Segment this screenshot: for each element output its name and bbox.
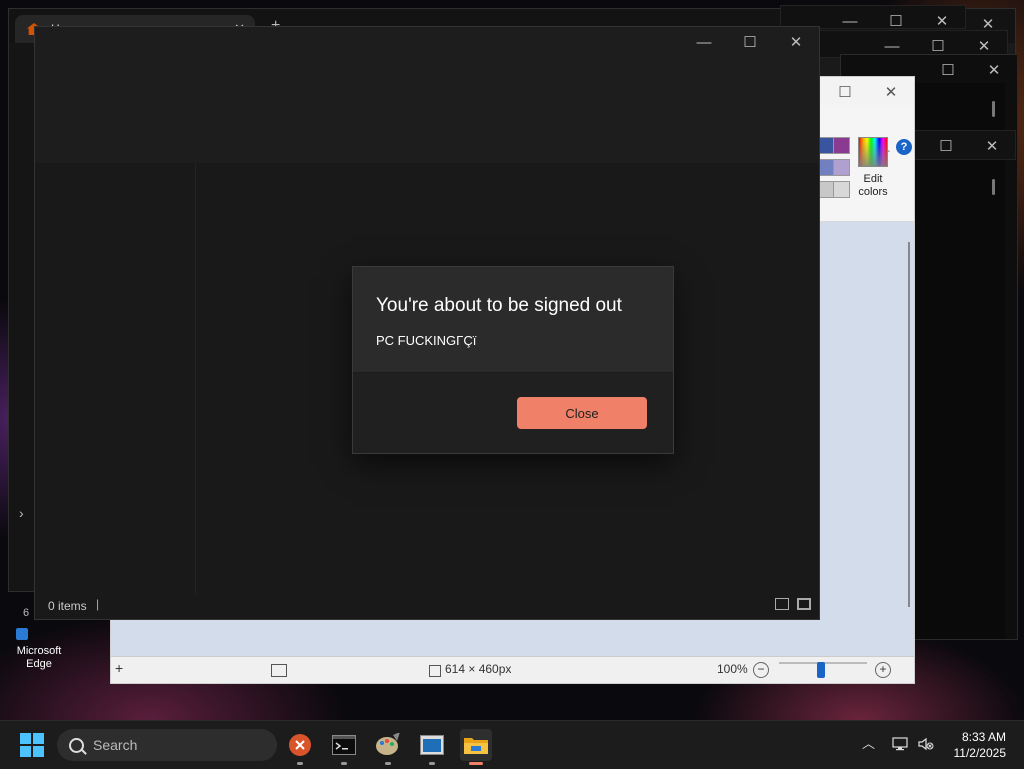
canvas-size-readout: 614 × 460px <box>445 662 512 676</box>
selection-size-icon <box>271 664 287 677</box>
maximize-icon[interactable]: ☐ <box>925 55 971 85</box>
close-icon[interactable]: ✕ <box>868 77 914 107</box>
color-swatch[interactable] <box>833 159 850 176</box>
taskbar-app-close-app[interactable] <box>284 729 316 765</box>
show-hidden-icons-button[interactable]: ︿ <box>862 733 875 752</box>
desktop-shortcut-edge[interactable]: Microsoft Edge <box>8 628 70 671</box>
color-swatch[interactable] <box>833 181 850 198</box>
item-count: 0 items <box>48 599 87 613</box>
start-button[interactable] <box>20 733 44 757</box>
dialog-message: PC FUCKINGΓÇï <box>376 333 477 348</box>
shortcut-label: Edge <box>26 658 52 670</box>
taskbar-search[interactable]: Search <box>57 729 277 761</box>
paint-vertical-scrollbar[interactable] <box>908 242 910 607</box>
tiles-view-icon[interactable] <box>797 598 811 610</box>
close-icon[interactable]: ✕ <box>773 27 819 57</box>
file-explorer-icon <box>464 738 488 754</box>
details-view-icon[interactable] <box>775 598 789 610</box>
dialog-title: You're about to be signed out <box>376 295 622 316</box>
cursor-position-icon: + <box>115 660 124 676</box>
clock-time: 8:33 AM <box>961 730 1006 744</box>
explorer-status-bar: 0 items | <box>35 593 819 619</box>
chevron-right-icon[interactable]: › <box>19 505 24 521</box>
edit-colors-button[interactable]: Edit colors <box>851 137 895 199</box>
shortcut-arrow-icon <box>16 628 28 640</box>
explorer-header: — ☐ ✕ <box>35 27 819 163</box>
scrollbar-thumb[interactable] <box>992 101 995 117</box>
scrollbar-thumb[interactable] <box>992 179 995 195</box>
paint-icon <box>376 733 400 755</box>
terminal-4-controls: ☐ ✕ <box>923 131 1015 161</box>
explorer-window-controls: — ☐ ✕ <box>681 27 819 57</box>
edit-colors-label: colors <box>858 186 888 198</box>
terminal-3-controls: ☐ ✕ <box>925 55 1017 85</box>
terminal-content[interactable] <box>907 83 1005 639</box>
zoom-out-button[interactable]: − <box>753 662 769 678</box>
system-clock[interactable]: 8:33 AM 11/2/2025 <box>944 729 1007 761</box>
edge-sidebar: › 6 <box>9 43 35 619</box>
zoom-level-readout: 100% <box>717 662 748 676</box>
close-icon[interactable]: ✕ <box>969 131 1015 161</box>
taskbar-app-paint[interactable] <box>372 729 404 765</box>
windows-logo-icon <box>20 733 31 744</box>
volume-muted-icon[interactable] <box>918 737 934 751</box>
search-icon <box>69 738 84 753</box>
minimize-icon[interactable]: — <box>681 27 727 57</box>
window-app-icon <box>420 735 444 755</box>
paint-status-bar: + 614 × 460px 100% − + <box>111 656 914 683</box>
status-separator: | <box>96 597 100 611</box>
terminal-window-4: ☐ ✕ <box>904 130 1016 160</box>
zoom-slider-thumb[interactable] <box>817 662 825 678</box>
terminal-icon <box>332 735 356 755</box>
explorer-navigation-pane[interactable] <box>35 163 196 595</box>
shortcut-label: Microsoft <box>16 645 62 657</box>
paint-window-controls: ☐ ✕ <box>822 77 914 107</box>
taskbar-app-terminal[interactable] <box>328 729 360 765</box>
edit-colors-label: Edit <box>863 173 883 185</box>
taskbar-app-window[interactable] <box>416 729 448 765</box>
clock-date: 11/2/2025 <box>953 746 1007 760</box>
close-app-icon <box>289 734 311 756</box>
close-icon[interactable]: ✕ <box>971 55 1017 85</box>
maximize-icon[interactable]: ☐ <box>727 27 773 57</box>
maximize-icon[interactable]: ☐ <box>822 77 868 107</box>
zoom-in-button[interactable]: + <box>875 662 891 678</box>
color-spectrum-icon <box>858 137 888 167</box>
taskbar: Search ︿ 8:33 AM 11/2/2025 <box>0 720 1024 769</box>
canvas-size-icon <box>429 665 441 677</box>
maximize-icon[interactable]: ☐ <box>923 131 969 161</box>
color-swatch[interactable] <box>833 137 850 154</box>
search-label: Search <box>93 737 138 753</box>
network-icon[interactable] <box>892 737 908 751</box>
close-button[interactable]: Close <box>517 397 647 429</box>
sidebar-number: 6 <box>23 607 30 619</box>
taskbar-app-file-explorer[interactable] <box>460 729 492 765</box>
sign-out-dialog: You're about to be signed out PC FUCKING… <box>352 266 674 454</box>
help-icon[interactable]: ? <box>896 139 912 155</box>
